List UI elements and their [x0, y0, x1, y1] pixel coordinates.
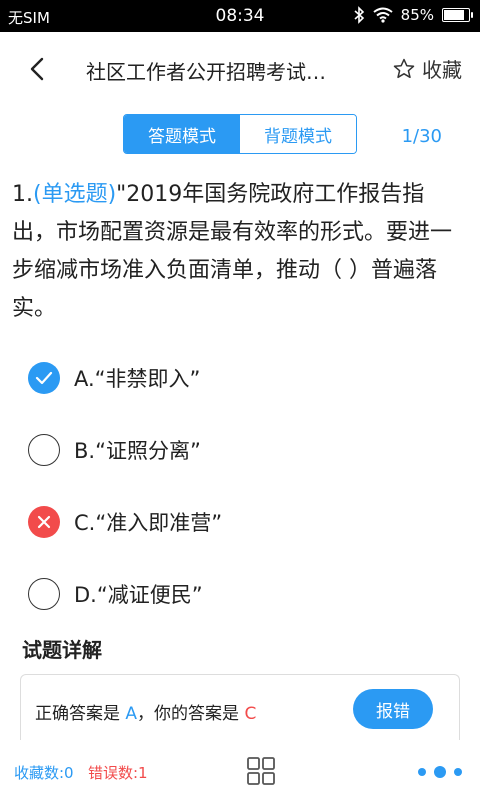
radio-empty-icon — [28, 434, 60, 466]
header: 社区工作者公开招聘考试… 收藏 — [0, 32, 480, 108]
wifi-icon — [373, 7, 393, 23]
tab-answer-mode[interactable]: 答题模式 — [124, 115, 240, 153]
user-answer: C — [244, 704, 257, 724]
star-icon — [393, 58, 415, 78]
chevron-left-icon — [30, 57, 44, 81]
detail-title: 试题详解 — [22, 638, 102, 662]
battery-icon — [442, 8, 473, 22]
option-c[interactable]: C.“准入即准营” — [28, 502, 448, 542]
errors-count: 错误数:1 — [88, 764, 148, 782]
option-label: D.“减证便民” — [74, 583, 203, 607]
cross-icon — [28, 506, 60, 538]
more-button[interactable] — [418, 766, 462, 778]
option-label: C.“准入即准营” — [74, 511, 223, 535]
correct-answer: A — [125, 704, 138, 724]
favorite-button[interactable]: 收藏 — [392, 54, 462, 83]
option-d[interactable]: D.“减证便民” — [28, 574, 448, 614]
favorite-label: 收藏 — [422, 58, 462, 82]
grid-icon[interactable] — [246, 756, 276, 786]
option-b[interactable]: B.“证照分离” — [28, 430, 448, 470]
correct-prefix: 正确答案是 — [35, 704, 126, 724]
option-label: B.“证照分离” — [74, 439, 201, 463]
question-text: 1.(单选题)"2019年国务院政府工作报告指出，市场配置资源是最有效率的形式。… — [12, 176, 468, 328]
answer-summary: 正确答案是 A，你的答案是 C — [35, 699, 256, 724]
option-label: A.“非禁即入” — [74, 367, 201, 391]
check-icon — [28, 362, 60, 394]
page-indicator: 1/30 — [401, 126, 442, 147]
tab-review-mode[interactable]: 背题模式 — [240, 115, 356, 153]
status-indicators: 85% — [353, 6, 473, 24]
answer-separator: ，你的答案是 — [137, 704, 245, 724]
question-number: 1. — [12, 182, 33, 207]
battery-percent: 85% — [400, 6, 434, 24]
bottom-bar: 收藏数:0 错误数:1 — [0, 740, 480, 800]
back-button[interactable] — [22, 54, 52, 84]
more-dot-icon — [454, 768, 462, 776]
more-dot-icon — [434, 766, 446, 778]
page-title: 社区工作者公开招聘考试… — [86, 60, 326, 84]
bluetooth-icon — [354, 6, 364, 24]
mode-toggle: 答题模式 背题模式 — [123, 114, 357, 154]
radio-empty-icon — [28, 578, 60, 610]
question-type: (单选题) — [33, 182, 117, 207]
favorites-count: 收藏数:0 — [14, 764, 74, 782]
option-a[interactable]: A.“非禁即入” — [28, 358, 448, 398]
more-dot-icon — [418, 768, 426, 776]
report-error-button[interactable]: 报错 — [353, 689, 433, 729]
status-bar: 无SIM 08:34 85% — [0, 0, 480, 32]
